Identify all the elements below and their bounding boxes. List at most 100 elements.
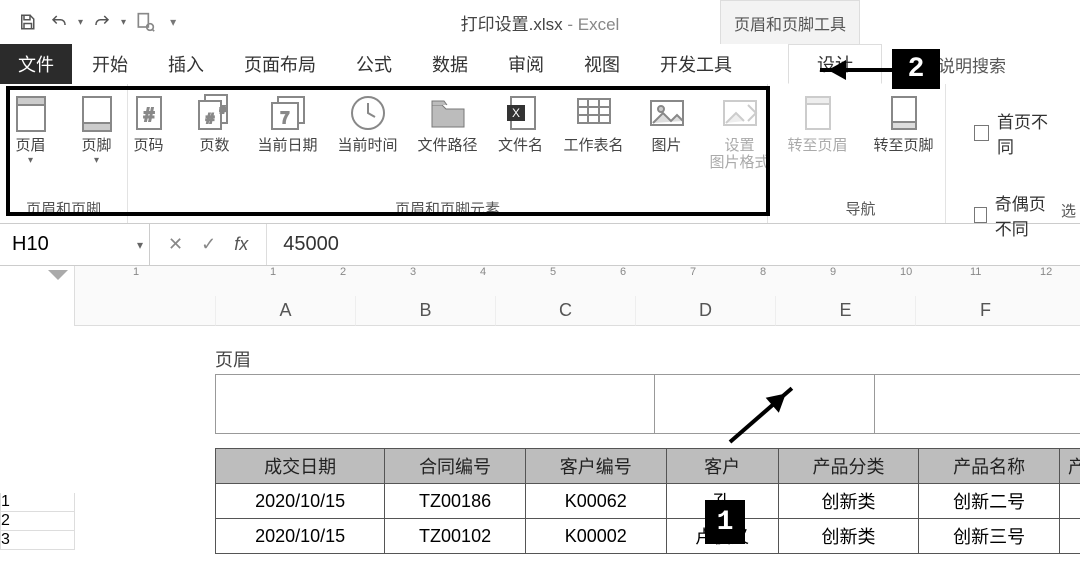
tab-developer[interactable]: 开发工具	[640, 44, 752, 84]
file-path-button[interactable]: 文件路径	[412, 88, 484, 155]
table-cell[interactable]	[1060, 484, 1080, 519]
chevron-down-icon[interactable]: ▾	[121, 17, 126, 28]
header-button[interactable]: 页眉 ▾	[2, 88, 60, 166]
ruler-tick: 12	[1040, 266, 1052, 278]
column-header-C[interactable]: C	[495, 296, 635, 326]
picture-button[interactable]: 图片	[638, 88, 696, 155]
footer-button[interactable]: 页脚 ▾	[68, 88, 126, 166]
checkbox-icon	[974, 207, 987, 223]
table-header[interactable]: 成交日期	[216, 449, 385, 484]
page-preview: 页眉 成交日期 合同编号 客户编号 客户 产品分类 产品名称 产 2020/10…	[215, 346, 1080, 554]
table-cell[interactable]: 创新类	[778, 519, 919, 554]
table-header[interactable]: 合同编号	[385, 449, 526, 484]
table-cell[interactable]: K00062	[525, 484, 666, 519]
tab-home[interactable]: 开始	[72, 44, 148, 84]
table-cell[interactable]	[1060, 519, 1080, 554]
goto-header-icon	[797, 92, 839, 134]
tab-file[interactable]: 文件	[0, 44, 72, 84]
select-all-triangle[interactable]	[0, 266, 75, 326]
table-header[interactable]: 产品分类	[778, 449, 919, 484]
row-header-1[interactable]: 1	[0, 493, 75, 512]
name-box[interactable]: H10 ▾	[0, 224, 150, 265]
row-header-2[interactable]: 2	[0, 512, 75, 531]
table-header[interactable]: 产品名称	[919, 449, 1060, 484]
tab-data[interactable]: 数据	[412, 44, 488, 84]
cancel-formula-icon[interactable]: ✕	[168, 234, 183, 255]
undo-icon[interactable]	[46, 9, 72, 35]
different-first-page-checkbox[interactable]: 首页不同	[966, 104, 1068, 162]
chevron-down-icon[interactable]: ▾	[137, 238, 143, 252]
footer-button-label: 页脚	[81, 138, 111, 155]
ribbon-group-navigation: 转至页眉 转至页脚 导航	[776, 84, 946, 223]
page-number-icon: #	[128, 92, 170, 134]
column-header-E[interactable]: E	[775, 296, 915, 326]
different-odd-even-checkbox[interactable]: 奇偶页不同	[966, 186, 1068, 244]
document-name: 打印设置.xlsx	[461, 15, 563, 34]
sheet-name-label: 工作表名	[563, 138, 623, 155]
save-icon[interactable]	[14, 9, 40, 35]
annotation-badge-2: 2	[892, 49, 940, 89]
table-header[interactable]: 客户	[666, 449, 778, 484]
page-count-button[interactable]: ## 页数	[186, 88, 244, 155]
insert-function-icon[interactable]: fx	[234, 234, 248, 255]
chevron-down-icon[interactable]: ▾	[78, 17, 83, 28]
file-name-button[interactable]: X 文件名	[492, 88, 550, 155]
header-center-cell[interactable]	[655, 375, 875, 433]
column-header-A[interactable]: A	[215, 296, 355, 326]
tab-insert[interactable]: 插入	[148, 44, 224, 84]
table-cell[interactable]: TZ00102	[385, 519, 526, 554]
ribbon-group-label: 页眉和页脚	[26, 196, 101, 223]
different-odd-even-label: 奇偶页不同	[995, 190, 1060, 240]
table-cell[interactable]: 创新类	[778, 484, 919, 519]
checkbox-icon	[974, 125, 989, 141]
table-cell[interactable]: K00002	[525, 519, 666, 554]
table-header[interactable]: 产	[1060, 449, 1080, 484]
table-header[interactable]: 客户编号	[525, 449, 666, 484]
header-left-cell[interactable]	[216, 375, 655, 433]
excel-file-icon: X	[500, 92, 542, 134]
page-count-label: 页数	[199, 138, 229, 155]
table-cell[interactable]: 2020/10/15	[216, 484, 385, 519]
current-date-button[interactable]: 7 当前日期	[252, 88, 324, 155]
ruler-tick: 1	[270, 266, 276, 278]
column-header-F[interactable]: F	[915, 296, 1055, 326]
ruler-tick: 4	[480, 266, 486, 278]
tab-review[interactable]: 审阅	[488, 44, 564, 84]
page-number-button[interactable]: # 页码	[120, 88, 178, 155]
calendar-icon: 7	[267, 92, 309, 134]
row-header-3[interactable]: 3	[0, 531, 75, 550]
column-header-B[interactable]: B	[355, 296, 495, 326]
redo-icon[interactable]	[89, 9, 115, 35]
current-time-label: 当前时间	[337, 138, 397, 155]
ruler-tick: 8	[760, 266, 766, 278]
goto-footer-label: 转至页脚	[873, 138, 933, 155]
table-cell[interactable]: 创新三号	[919, 519, 1060, 554]
svg-text:#: #	[206, 110, 214, 126]
table-row: 2020/10/15 TZ00102 K00002 卢俊义 创新类 创新三号	[216, 519, 1080, 554]
table-cell[interactable]: TZ00186	[385, 484, 526, 519]
chevron-down-icon: ▾	[28, 155, 33, 166]
column-header-D[interactable]: D	[635, 296, 775, 326]
header-right-cell[interactable]	[875, 375, 1080, 433]
formula-input[interactable]: 45000	[267, 233, 1080, 256]
picture-icon	[646, 92, 688, 134]
table-cell[interactable]: 2020/10/15	[216, 519, 385, 554]
print-preview-icon[interactable]	[132, 9, 158, 35]
page-number-label: 页码	[133, 138, 163, 155]
table-cell[interactable]: 创新二号	[919, 484, 1060, 519]
ruler-tick: 2	[340, 266, 346, 278]
footer-icon	[76, 92, 118, 134]
tab-formulas[interactable]: 公式	[336, 44, 412, 84]
tab-view[interactable]: 视图	[564, 44, 640, 84]
page-layout-canvas[interactable]: 页眉 成交日期 合同编号 客户编号 客户 产品分类 产品名称 产 2020/10…	[75, 326, 1080, 346]
horizontal-ruler[interactable]: 1 1 2 3 4 5 6 7 8 9 10 11 12 A B C D E F	[75, 266, 1080, 326]
enter-formula-icon[interactable]: ✓	[201, 234, 216, 255]
qat-customize-icon[interactable]: ▾	[170, 15, 176, 29]
table-header-row: 成交日期 合同编号 客户编号 客户 产品分类 产品名称 产	[216, 449, 1080, 484]
goto-footer-button[interactable]: 转至页脚	[865, 88, 943, 155]
ruler-tick: 7	[690, 266, 696, 278]
sheet-name-button[interactable]: 工作表名	[558, 88, 630, 155]
tab-page-layout[interactable]: 页面布局	[224, 44, 336, 84]
current-time-button[interactable]: 当前时间	[332, 88, 404, 155]
goto-header-button: 转至页眉	[779, 88, 857, 155]
